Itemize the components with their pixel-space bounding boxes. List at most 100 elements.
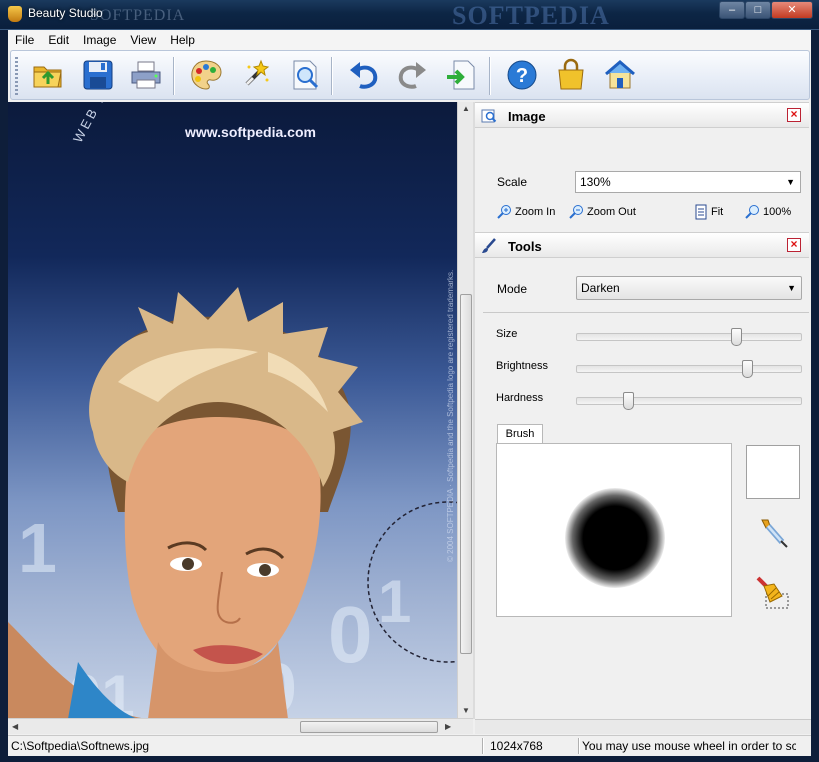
open-button[interactable] — [31, 58, 65, 92]
hardness-slider-track — [576, 397, 802, 405]
canvas-url-text: www.softpedia.com — [185, 124, 316, 140]
scroll-right-icon[interactable]: ▶ — [445, 722, 451, 731]
brush-preview — [496, 443, 732, 617]
tools-panel-close-button[interactable]: × — [787, 238, 801, 252]
palette-button[interactable] — [189, 58, 223, 92]
size-label: Size — [496, 328, 518, 340]
window-controls: – □ ✕ — [719, 1, 813, 19]
help-button[interactable]: ? — [505, 58, 539, 92]
scroll-down-icon[interactable]: ▼ — [462, 706, 470, 715]
status-file-path: C:\Softpedia\Softnews.jpg — [11, 739, 150, 753]
zoom-in-label: Zoom In — [515, 206, 556, 218]
home-icon — [605, 60, 635, 89]
actual-size-label: 100% — [763, 206, 792, 218]
undo-button[interactable] — [347, 58, 381, 92]
zoom-out-label: Zoom Out — [587, 206, 636, 218]
magic-wand-button[interactable] — [239, 58, 273, 92]
brightness-slider-track — [576, 365, 802, 373]
fit-label: Fit — [711, 206, 724, 218]
photo-artwork: 1 0 1 0 01 — [8, 287, 457, 719]
horizontal-scroll-thumb[interactable] — [300, 721, 438, 733]
hardness-slider-thumb[interactable] — [623, 392, 634, 410]
mode-select[interactable]: Darken ▼ — [576, 276, 802, 300]
redo-arrow-icon — [398, 62, 426, 89]
hardness-slider[interactable] — [576, 392, 802, 410]
redo-button[interactable] — [395, 58, 429, 92]
eraser-broom-icon[interactable] — [754, 574, 792, 610]
toolbar-separator — [173, 57, 174, 95]
image-canvas[interactable]: 1 0 1 0 01 — [8, 102, 457, 719]
tools-panel-title: Tools — [508, 239, 542, 254]
brightness-slider[interactable] — [576, 360, 802, 378]
eyedropper-icon[interactable] — [756, 516, 790, 550]
svg-text:?: ? — [516, 65, 528, 87]
close-button[interactable]: ✕ — [771, 1, 813, 19]
image-panel-close-button[interactable]: × — [787, 108, 801, 122]
horizontal-scrollbar[interactable]: ◀ ▶ — [8, 718, 473, 734]
undo-arrow-icon — [350, 62, 378, 89]
image-panel-icon — [481, 109, 497, 123]
status-dimensions: 1024x768 — [490, 739, 543, 753]
size-slider-thumb[interactable] — [731, 328, 742, 346]
svg-text:1: 1 — [378, 568, 411, 635]
home-button[interactable] — [603, 58, 637, 92]
title-bar: Beauty Studio SOFTPEDIA SOFTPEDIA – □ ✕ — [0, 0, 819, 30]
scroll-left-icon[interactable]: ◀ — [12, 722, 18, 731]
canvas-side-text: © 2004 SOFTPEDIA · Softpedia and the Sof… — [446, 269, 455, 562]
scale-value: 130% — [580, 175, 611, 189]
tools-panel-header: Tools × — [475, 232, 809, 258]
menu-image[interactable]: Image — [76, 30, 123, 50]
color-swatch[interactable] — [746, 445, 800, 499]
minimize-button[interactable]: – — [719, 1, 745, 19]
folder-open-icon — [33, 66, 62, 88]
chevron-down-icon: ▼ — [786, 177, 795, 187]
preview-button[interactable] — [288, 58, 322, 92]
scale-label: Scale — [497, 175, 528, 189]
toolbar-separator — [489, 57, 490, 95]
export-button[interactable] — [444, 58, 478, 92]
brightness-slider-thumb[interactable] — [742, 360, 753, 378]
svg-text:1: 1 — [18, 509, 57, 587]
size-slider[interactable] — [576, 328, 802, 346]
shopping-bag-icon — [558, 58, 584, 90]
status-divider — [482, 738, 483, 754]
right-panel: Image × Scale 130% ▼ Zoom In Zoom Out Fi… — [475, 102, 811, 719]
save-button[interactable] — [81, 58, 115, 92]
title-watermark: SOFTPEDIA — [452, 1, 610, 30]
floppy-disk-icon — [83, 60, 113, 90]
export-page-icon — [447, 60, 475, 90]
scale-select[interactable]: 130% ▼ — [575, 171, 801, 193]
panel-bottom-bar — [475, 719, 811, 734]
print-button[interactable] — [129, 58, 163, 92]
zoom-out-button[interactable]: Zoom Out — [569, 204, 636, 220]
menu-help[interactable]: Help — [163, 30, 202, 50]
image-panel-title: Image — [508, 109, 546, 124]
zoom-in-button[interactable]: Zoom In — [497, 204, 555, 220]
help-icon: ? — [507, 60, 537, 90]
menu-view[interactable]: View — [123, 30, 163, 50]
hardness-label: Hardness — [496, 392, 544, 404]
toolbar-separator — [331, 57, 332, 95]
scroll-up-icon[interactable]: ▲ — [462, 104, 470, 113]
fit-page-icon — [695, 204, 707, 220]
fit-button[interactable]: Fit — [693, 204, 723, 220]
buy-button[interactable] — [554, 58, 588, 92]
vertical-scrollbar[interactable]: ▲ ▼ — [457, 102, 473, 719]
menu-edit[interactable]: Edit — [41, 30, 76, 50]
status-hint: You may use mouse wheel in order to sc — [582, 739, 796, 753]
mode-label: Mode — [497, 282, 528, 296]
vertical-scroll-thumb[interactable] — [460, 294, 472, 654]
mode-value: Darken — [581, 281, 620, 295]
toolbar: ? — [10, 50, 810, 100]
menu-file[interactable]: File — [8, 30, 41, 50]
toolbar-grip[interactable] — [15, 57, 18, 95]
zoom-out-icon — [569, 205, 583, 219]
status-divider — [578, 738, 579, 754]
zoom-in-icon — [497, 205, 511, 219]
magnifier-page-icon — [293, 60, 319, 90]
maximize-button[interactable]: □ — [745, 1, 771, 19]
menu-bar: File Edit Image View Help — [8, 30, 811, 50]
status-bar: C:\Softpedia\Softnews.jpg 1024x768 You m… — [8, 735, 811, 756]
actual-size-button[interactable]: 100% — [745, 204, 791, 220]
tab-brush[interactable]: Brush — [497, 424, 543, 444]
